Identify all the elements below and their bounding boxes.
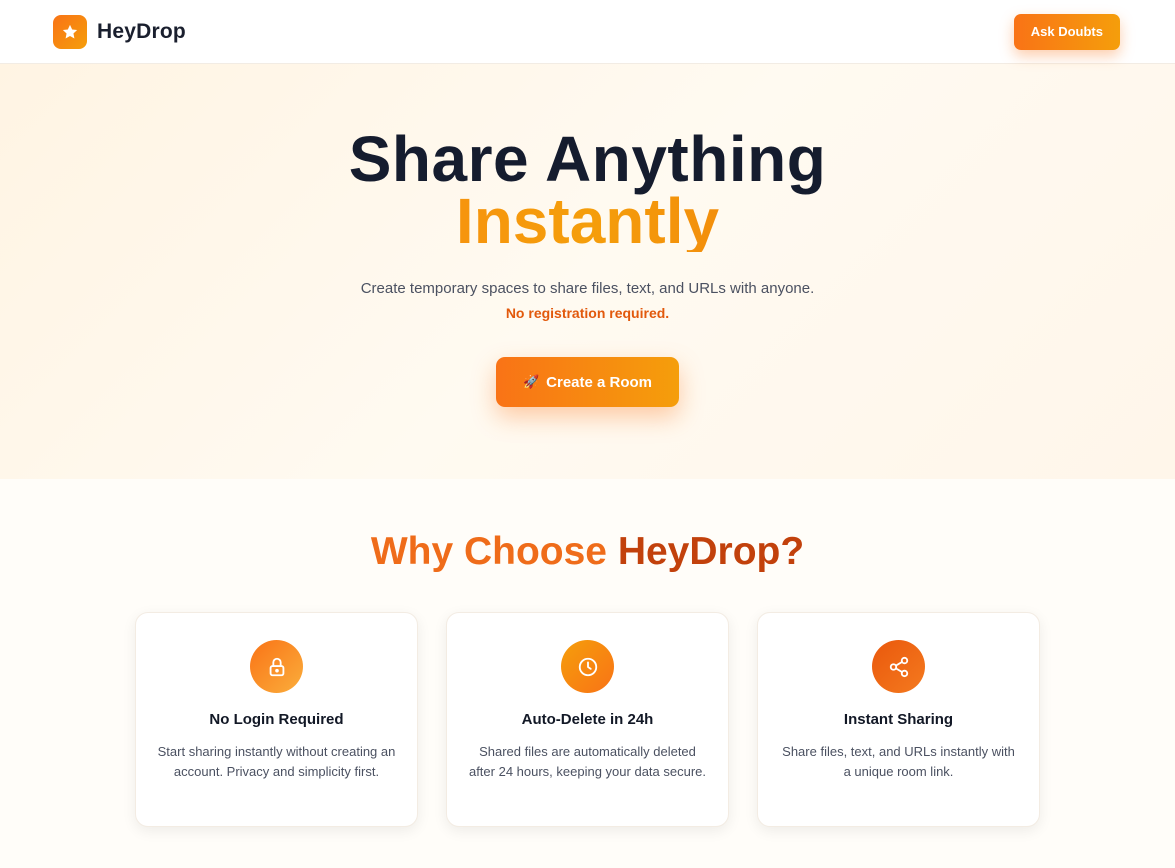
feature-card-auto-delete: Auto-Delete in 24h Shared files are auto… (446, 612, 729, 827)
features-section: Why Choose HeyDrop? No Login Required St… (0, 479, 1175, 827)
logo (53, 14, 87, 49)
share-icon (872, 640, 925, 693)
features-title-part1: Why Choose (370, 530, 607, 573)
features-title: Why Choose HeyDrop? (0, 530, 1175, 574)
feature-card-no-login: No Login Required Start sharing instantl… (135, 612, 418, 827)
hero-subtitle: Create temporary spaces to share files, … (360, 280, 815, 297)
create-room-label: Create a Room (546, 373, 653, 391)
ask-doubts-button[interactable]: Ask Doubts (1013, 13, 1120, 50)
feature-card-title: No Login Required (209, 711, 344, 728)
hero-section: Share Anything Instantly Create temporar… (0, 64, 1175, 479)
feature-card-description: Shared files are automatically deleted a… (468, 744, 707, 779)
rocket-icon: 🚀 (522, 374, 540, 389)
star-icon (62, 24, 78, 38)
feature-card-instant-sharing: Instant Sharing Share files, text, and U… (757, 612, 1040, 827)
navbar: HeyDrop Ask Doubts (0, 0, 1175, 64)
hero-note: No registration required. (505, 305, 670, 321)
hero-title: Share Anything Instantly (0, 123, 1175, 253)
create-room-button[interactable]: 🚀 Create a Room (496, 357, 679, 407)
brand-name: HeyDrop (97, 19, 186, 43)
lock-icon (250, 640, 303, 693)
clock-icon (561, 640, 614, 693)
hero-title-line2: Instantly (0, 189, 1175, 253)
feature-cards: No Login Required Start sharing instantl… (0, 612, 1175, 827)
feature-card-description: Share files, text, and URLs instantly wi… (782, 744, 1015, 779)
feature-card-title: Instant Sharing (843, 711, 954, 728)
feature-card-title: Auto-Delete in 24h (521, 711, 654, 728)
feature-card-description: Start sharing instantly without creating… (157, 744, 396, 779)
hero-title-line1: Share Anything (348, 123, 827, 195)
features-title-part2: HeyDrop? (617, 530, 805, 573)
brand[interactable]: HeyDrop (53, 14, 186, 49)
